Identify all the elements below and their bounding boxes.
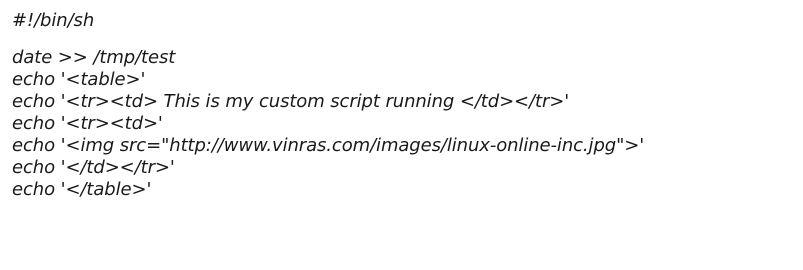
script-line: echo '<img src="http://www.vinras.com/im…: [12, 135, 645, 156]
script-line: echo '</td></tr>': [12, 157, 175, 178]
shebang-line: #!/bin/sh: [12, 10, 95, 31]
script-line: echo '<table>': [12, 69, 146, 90]
shell-script-document: #!/bin/sh date >> /tmp/test echo '<table…: [12, 10, 803, 201]
script-line: date >> /tmp/test: [12, 47, 176, 68]
script-line: echo '<tr><td> This is my custom script …: [12, 91, 570, 112]
script-line: echo '</table>': [12, 179, 152, 200]
script-line: echo '<tr><td>': [12, 113, 163, 134]
